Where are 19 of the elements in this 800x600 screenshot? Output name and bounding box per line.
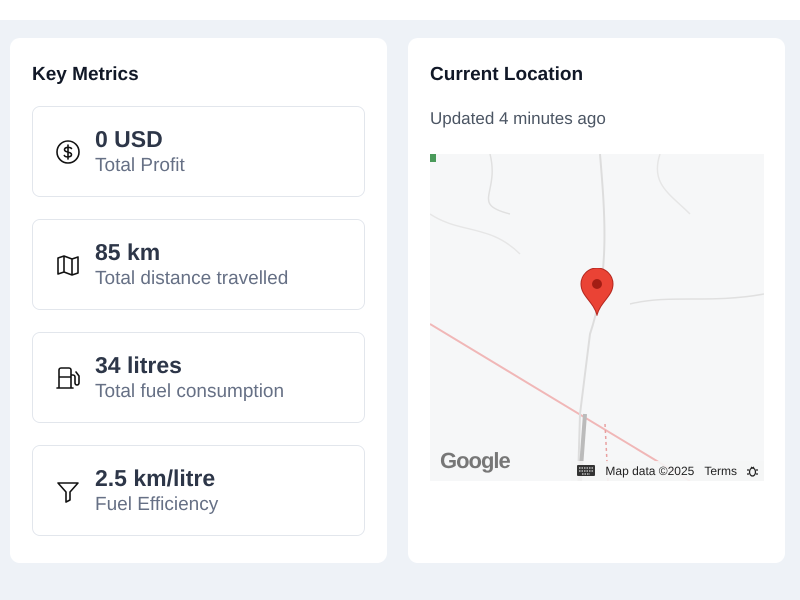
metric-label: Total Profit (95, 154, 185, 178)
card-title: Current Location (430, 63, 584, 87)
keyboard-icon[interactable] (577, 465, 596, 476)
terms-link[interactable]: Terms (704, 462, 737, 480)
dollar-icon (55, 138, 81, 164)
attribution-text: Map data ©2025 (605, 462, 694, 480)
updated-text: Updated 4 minutes ago (430, 108, 607, 130)
fuel-pump-icon (55, 364, 81, 390)
bug-icon[interactable] (747, 464, 758, 476)
metric-value: 0 USD (95, 124, 164, 152)
metric-label: Total fuel consumption (95, 380, 284, 404)
metric-value: 34 litres (95, 350, 183, 378)
location-pin-icon (580, 268, 614, 316)
map-logo: Google (440, 446, 510, 475)
metric-value: 85 km (95, 238, 162, 266)
card-title: Key Metrics (32, 63, 140, 87)
metric-value: 2.5 km/litre (95, 464, 216, 492)
metric-label: Total distance travelled (95, 266, 288, 290)
metric-label: Fuel Efficiency (95, 492, 218, 516)
